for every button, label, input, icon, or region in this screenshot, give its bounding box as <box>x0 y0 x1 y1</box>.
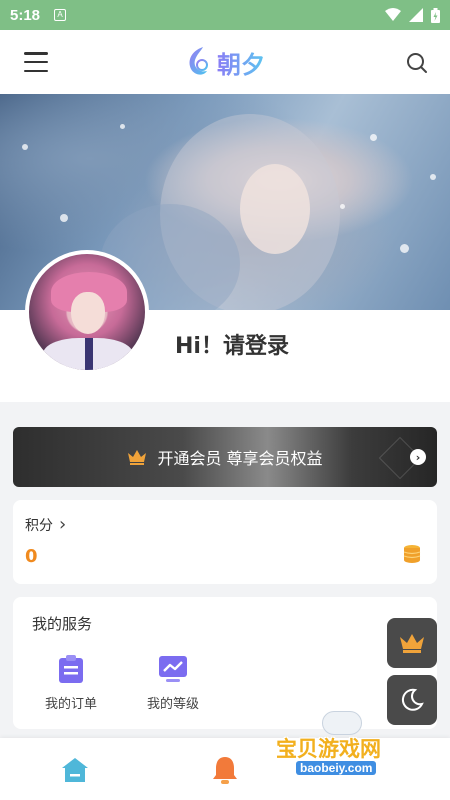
signal-icon <box>409 8 423 22</box>
battery-icon <box>431 7 440 23</box>
status-icons <box>385 7 440 23</box>
crown-icon <box>128 450 147 465</box>
menu-icon[interactable] <box>24 52 48 72</box>
watermark-url: baobeiy.com <box>296 761 377 775</box>
logo-text: 朝夕 <box>217 45 265 80</box>
avatar[interactable] <box>25 250 149 374</box>
points-card[interactable]: 积分 › 0 <box>13 500 437 584</box>
status-time: 5:18 <box>10 6 41 24</box>
points-label: 积分 <box>25 517 53 534</box>
vip-float-button[interactable] <box>387 618 437 668</box>
points-header[interactable]: 积分 › <box>25 514 66 535</box>
points-value: 0 <box>25 546 38 567</box>
search-icon[interactable] <box>406 52 428 74</box>
vip-label: 开通会员 尊享会员权益 <box>157 449 323 468</box>
order-icon <box>59 655 83 683</box>
service-item-orders[interactable]: 我的订单 <box>31 655 111 712</box>
app-header: 朝夕 <box>0 30 450 94</box>
status-bar: 5:18 A <box>0 0 450 30</box>
app-logo: 朝夕 <box>185 45 265 80</box>
login-prompt[interactable]: Hi！请登录 <box>175 328 289 360</box>
logo-mark-icon <box>189 47 208 75</box>
site-watermark: 宝贝游戏网 baobeiy.com <box>272 705 422 795</box>
crown-icon <box>400 634 424 653</box>
notification-bell-icon[interactable] <box>209 754 241 786</box>
services-title: 我的服务 <box>32 615 93 633</box>
service-label: 我的订单 <box>44 697 97 712</box>
service-item-level[interactable]: 我的等级 <box>133 655 213 712</box>
vip-membership-banner[interactable]: 开通会员 尊享会员权益 › <box>13 427 437 487</box>
coins-icon <box>403 545 421 563</box>
wifi-icon <box>385 8 401 21</box>
watermark-text: 宝贝游戏网 <box>276 737 381 761</box>
home-icon[interactable] <box>59 754 91 786</box>
notification-icon: A <box>54 9 67 21</box>
gamepad-icon <box>322 711 362 735</box>
chevron-right-icon: › <box>59 514 67 535</box>
chevron-right-icon: › <box>410 449 426 465</box>
service-label: 我的等级 <box>146 697 199 712</box>
level-icon <box>159 656 187 682</box>
